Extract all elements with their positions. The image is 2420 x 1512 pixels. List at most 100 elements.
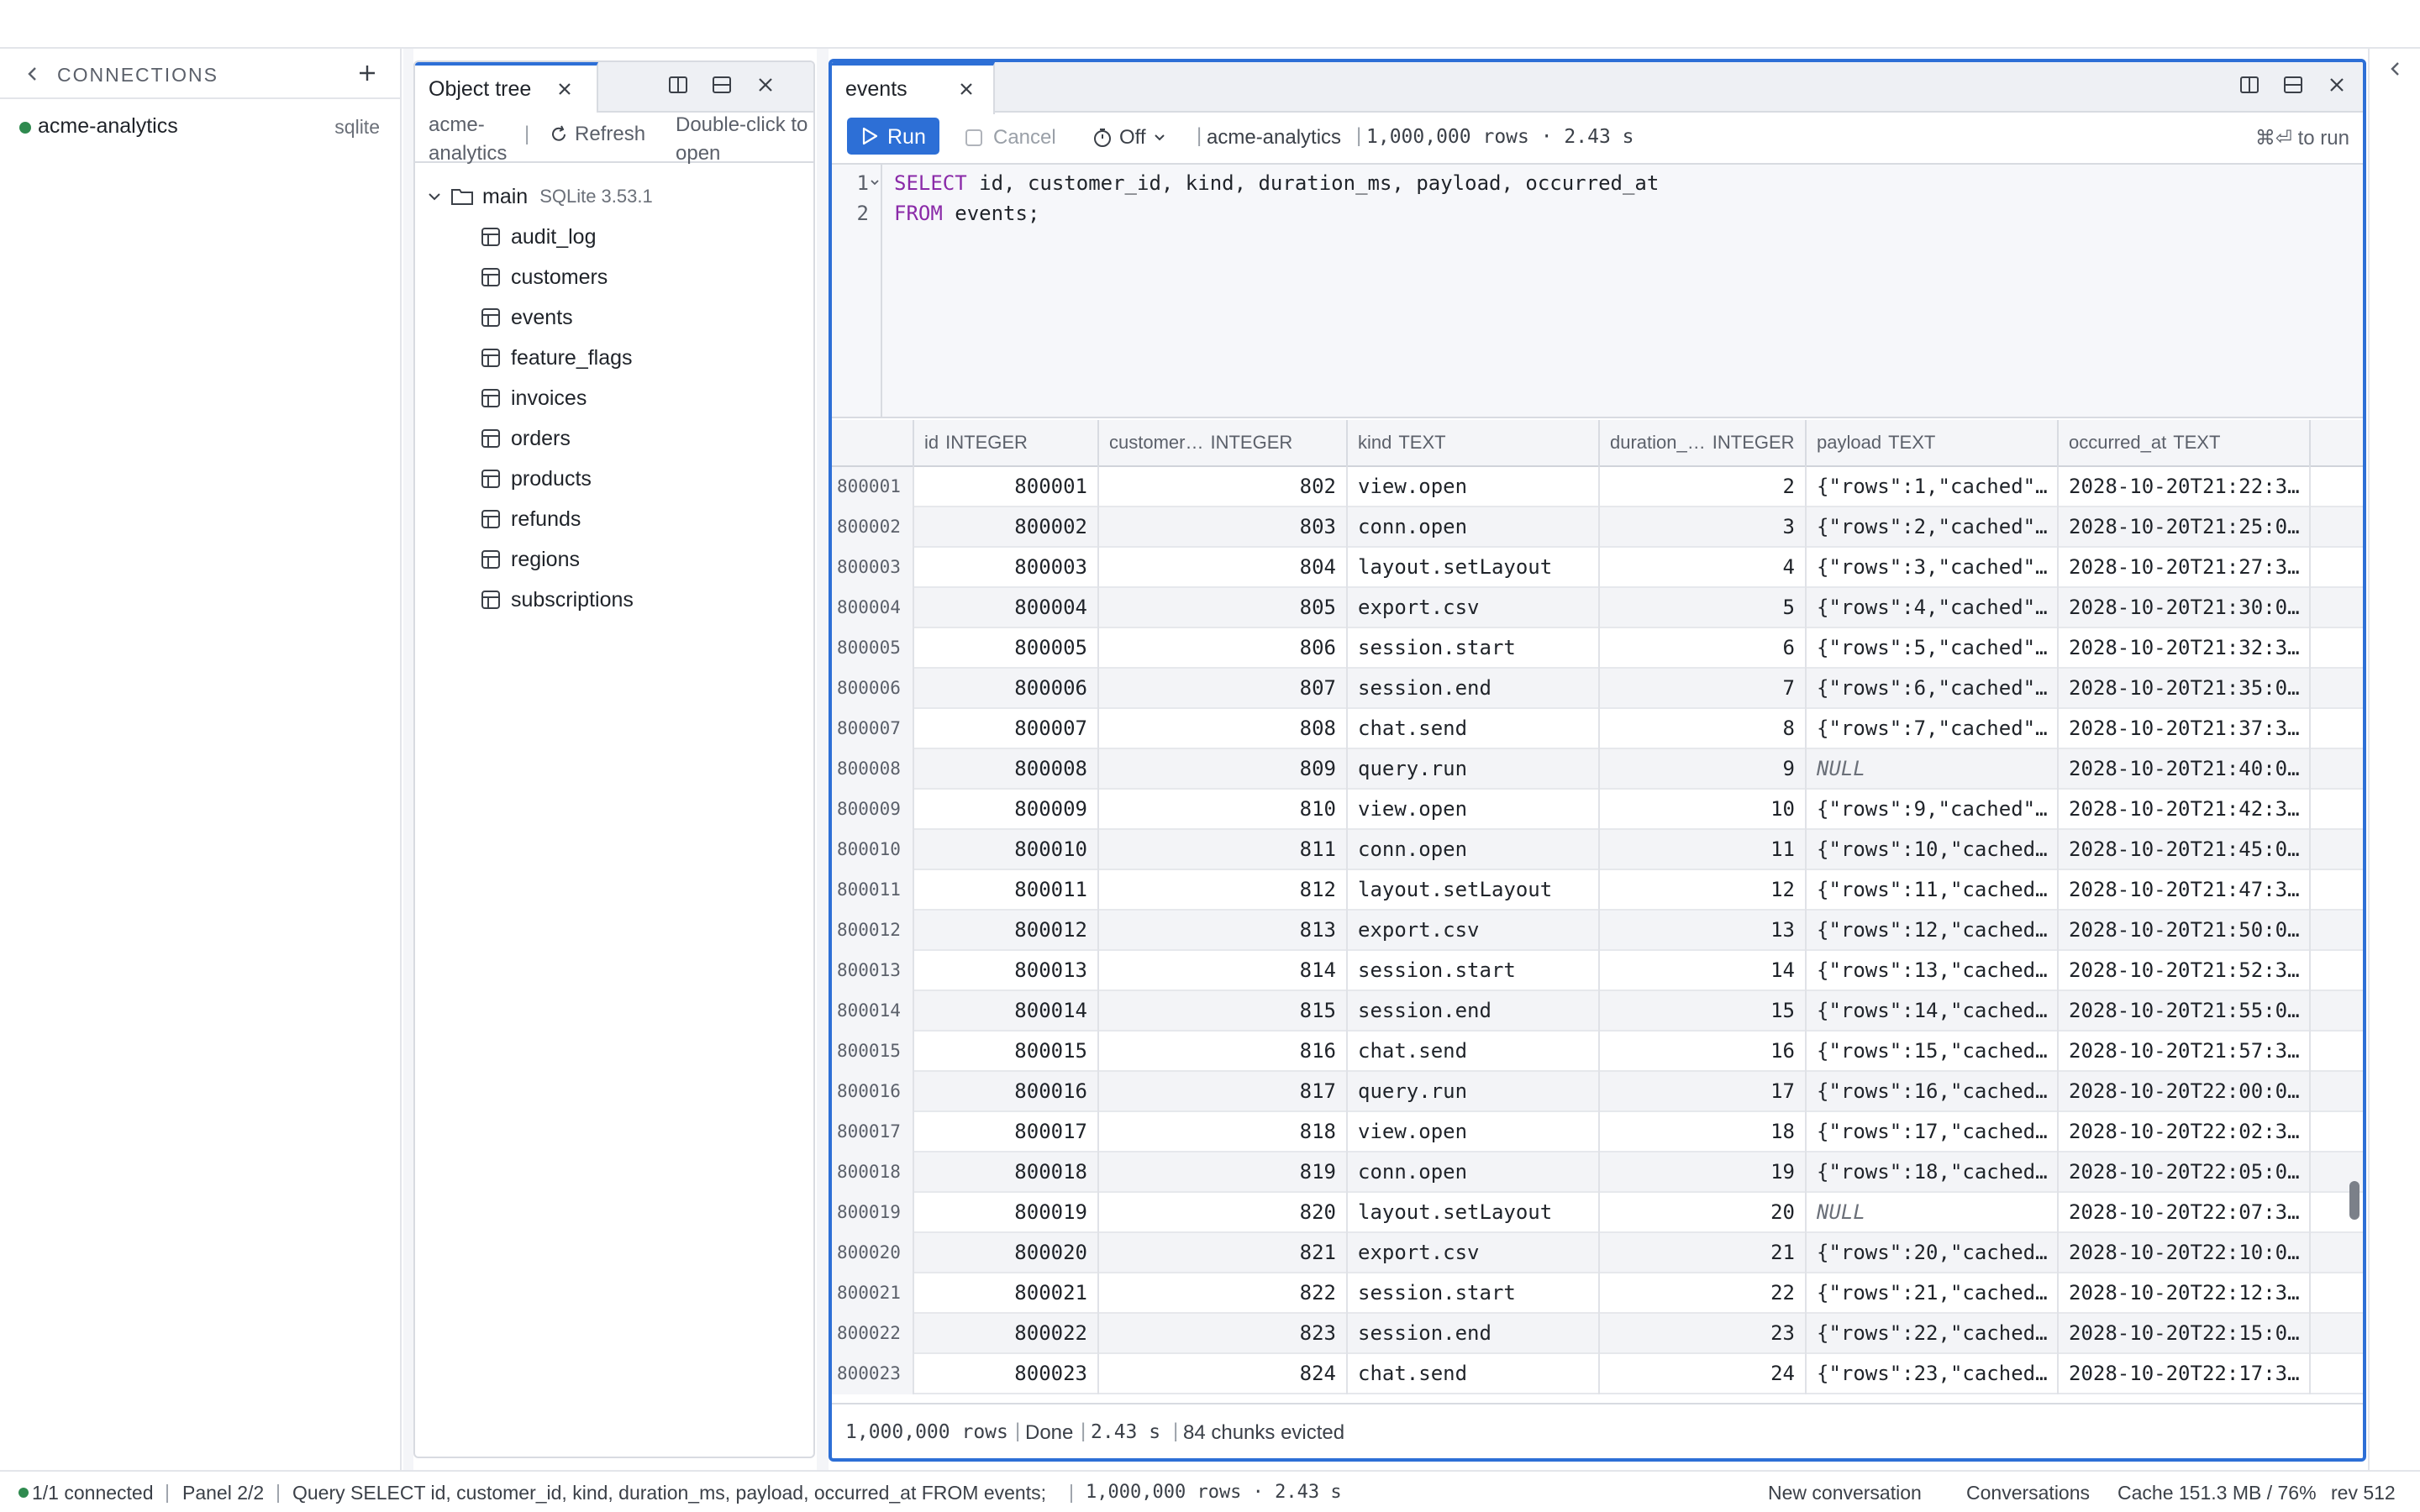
table-cell[interactable]: 800001 bbox=[914, 467, 1099, 507]
table-row[interactable]: 800002 800002 803 conn.open 3 {"rows":2,"cach… bbox=[832, 507, 2363, 548]
table-cell[interactable]: {"rows":23,"cached… bbox=[1807, 1354, 2059, 1394]
table-cell[interactable]: 22 bbox=[1600, 1273, 1807, 1314]
table-cell[interactable]: 817 bbox=[1099, 1072, 1348, 1112]
table-cell[interactable]: 800020 bbox=[914, 1233, 1099, 1273]
table-cell[interactable]: 800015 bbox=[914, 1032, 1099, 1072]
column-header[interactable]: payload TEXT bbox=[1807, 420, 2059, 467]
table-cell[interactable]: 2028-10-20T22:17:3… bbox=[2059, 1354, 2311, 1394]
table-cell[interactable]: {"rows":3,"cached"… bbox=[1807, 548, 2059, 588]
schema-node-main[interactable]: main SQLite 3.53.1 bbox=[427, 176, 653, 217]
table-cell[interactable]: 800010 bbox=[914, 830, 1099, 870]
table-cell[interactable]: {"rows":21,"cached… bbox=[1807, 1273, 2059, 1314]
table-cell[interactable]: 2028-10-20T22:15:0… bbox=[2059, 1314, 2311, 1354]
table-cell[interactable]: 813 bbox=[1099, 911, 1348, 951]
table-cell[interactable]: 20 bbox=[1600, 1193, 1807, 1233]
table-cell[interactable]: 2028-10-20T22:10:0… bbox=[2059, 1233, 2311, 1273]
table-cell[interactable]: 800002 bbox=[914, 507, 1099, 548]
table-cell[interactable]: NULL bbox=[1807, 1193, 2059, 1233]
table-cell[interactable]: 800021 bbox=[914, 1273, 1099, 1314]
table-cell[interactable]: 800023 bbox=[914, 1354, 1099, 1394]
table-cell[interactable]: layout.setLayout bbox=[1348, 548, 1600, 588]
table-row[interactable]: 800017 800017 818 view.open 18 {"rows":17,"ca… bbox=[832, 1112, 2363, 1152]
table-cell[interactable]: 800014 bbox=[914, 991, 1099, 1032]
table-row[interactable]: 800011 800011 812 layout.setLayout 12 {"rows"… bbox=[832, 870, 2363, 911]
table-row[interactable]: 800022 800022 823 session.end 23 {"rows":22,"… bbox=[832, 1314, 2363, 1354]
timer-dropdown[interactable]: Off bbox=[1092, 126, 1166, 150]
tree-table-item[interactable]: regions bbox=[481, 539, 580, 580]
table-cell[interactable]: {"rows":17,"cached… bbox=[1807, 1112, 2059, 1152]
table-cell[interactable]: 4 bbox=[1600, 548, 1807, 588]
close-tab-icon[interactable] bbox=[556, 81, 573, 97]
table-cell[interactable]: 8 bbox=[1600, 709, 1807, 749]
table-cell[interactable]: 2028-10-20T21:55:0… bbox=[2059, 991, 2311, 1032]
table-cell[interactable]: 18 bbox=[1600, 1112, 1807, 1152]
chevron-down-icon[interactable] bbox=[427, 189, 442, 204]
table-cell[interactable]: conn.open bbox=[1348, 830, 1600, 870]
table-cell[interactable]: 11 bbox=[1600, 830, 1807, 870]
table-cell[interactable]: conn.open bbox=[1348, 1152, 1600, 1193]
tree-table-item[interactable]: feature_flags bbox=[481, 338, 633, 378]
tree-table-item[interactable]: audit_log bbox=[481, 217, 596, 257]
table-cell[interactable]: 2028-10-20T21:50:0… bbox=[2059, 911, 2311, 951]
table-cell[interactable]: 800011 bbox=[914, 870, 1099, 911]
table-row[interactable]: 800015 800015 816 chat.send 16 {"rows":15,"ca… bbox=[832, 1032, 2363, 1072]
table-cell[interactable]: 2028-10-20T21:25:0… bbox=[2059, 507, 2311, 548]
table-cell[interactable]: 800007 bbox=[914, 709, 1099, 749]
table-cell[interactable]: {"rows":10,"cached… bbox=[1807, 830, 2059, 870]
sql-editor[interactable]: 1 2 SELECT id, customer_id, kind, durati… bbox=[832, 165, 2363, 418]
table-cell[interactable]: view.open bbox=[1348, 1112, 1600, 1152]
table-cell[interactable]: session.end bbox=[1348, 669, 1600, 709]
table-cell[interactable]: {"rows":22,"cached… bbox=[1807, 1314, 2059, 1354]
table-cell[interactable]: 2028-10-20T22:00:0… bbox=[2059, 1072, 2311, 1112]
table-cell[interactable]: 800008 bbox=[914, 749, 1099, 790]
column-header[interactable]: occurred_at TEXT bbox=[2059, 420, 2311, 467]
table-cell[interactable]: conn.open bbox=[1348, 507, 1600, 548]
table-cell[interactable]: session.end bbox=[1348, 991, 1600, 1032]
table-row[interactable]: 800005 800005 806 session.start 6 {"rows":5,"… bbox=[832, 628, 2363, 669]
table-cell[interactable]: 819 bbox=[1099, 1152, 1348, 1193]
table-row[interactable]: 800019 800019 820 layout.setLayout 20 NULL 202… bbox=[832, 1193, 2363, 1233]
table-row[interactable]: 800001 800001 802 view.open 2 {"rows":1,"cach… bbox=[832, 467, 2363, 507]
table-cell[interactable]: session.end bbox=[1348, 1314, 1600, 1354]
table-cell[interactable]: 2028-10-20T21:52:3… bbox=[2059, 951, 2311, 991]
table-cell[interactable]: 810 bbox=[1099, 790, 1348, 830]
table-cell[interactable]: 21 bbox=[1600, 1233, 1807, 1273]
table-cell[interactable]: chat.send bbox=[1348, 1354, 1600, 1394]
split-horizontal-icon[interactable] bbox=[2282, 74, 2304, 96]
column-header[interactable]: id INTEGER bbox=[914, 420, 1099, 467]
tree-table-item[interactable]: events bbox=[481, 297, 573, 338]
table-cell[interactable]: 12 bbox=[1600, 870, 1807, 911]
table-cell[interactable]: session.start bbox=[1348, 628, 1600, 669]
table-cell[interactable]: 804 bbox=[1099, 548, 1348, 588]
table-cell[interactable]: {"rows":4,"cached"… bbox=[1807, 588, 2059, 628]
table-row[interactable]: 800023 800023 824 chat.send 24 {"rows":23,"ca… bbox=[832, 1354, 2363, 1394]
column-header[interactable]: kind TEXT bbox=[1348, 420, 1600, 467]
table-cell[interactable]: 10 bbox=[1600, 790, 1807, 830]
table-row[interactable]: 800018 800018 819 conn.open 19 {"rows":18,"ca… bbox=[832, 1152, 2363, 1193]
table-cell[interactable]: 2028-10-20T22:02:3… bbox=[2059, 1112, 2311, 1152]
column-header[interactable]: duration_… INTEGER bbox=[1600, 420, 1807, 467]
conversations-button[interactable]: Conversations bbox=[1966, 1482, 2090, 1504]
table-cell[interactable]: 802 bbox=[1099, 467, 1348, 507]
table-cell[interactable]: query.run bbox=[1348, 749, 1600, 790]
tree-table-item[interactable]: products bbox=[481, 459, 592, 499]
table-cell[interactable]: 2028-10-20T21:37:3… bbox=[2059, 709, 2311, 749]
table-cell[interactable]: 3 bbox=[1600, 507, 1807, 548]
table-row[interactable]: 800020 800020 821 export.csv 21 {"rows":20,"c… bbox=[832, 1233, 2363, 1273]
table-cell[interactable]: {"rows":16,"cached… bbox=[1807, 1072, 2059, 1112]
table-cell[interactable]: 2028-10-20T21:57:3… bbox=[2059, 1032, 2311, 1072]
table-cell[interactable]: {"rows":18,"cached… bbox=[1807, 1152, 2059, 1193]
connection-item-acme-analytics[interactable]: acme-analytics sqlite bbox=[0, 108, 400, 143]
table-cell[interactable]: 820 bbox=[1099, 1193, 1348, 1233]
table-cell[interactable]: 800019 bbox=[914, 1193, 1099, 1233]
table-cell[interactable]: 23 bbox=[1600, 1314, 1807, 1354]
table-cell[interactable]: 9 bbox=[1600, 749, 1807, 790]
table-cell[interactable]: layout.setLayout bbox=[1348, 870, 1600, 911]
table-row[interactable]: 800008 800008 809 query.run 9 NULL 2028-10-20T… bbox=[832, 749, 2363, 790]
table-cell[interactable]: 800016 bbox=[914, 1072, 1099, 1112]
table-cell[interactable]: 806 bbox=[1099, 628, 1348, 669]
collapse-sidebar-chevron-icon[interactable] bbox=[25, 64, 40, 84]
split-vertical-icon[interactable] bbox=[667, 74, 689, 96]
tree-table-item[interactable]: orders bbox=[481, 418, 571, 459]
table-cell[interactable]: 6 bbox=[1600, 628, 1807, 669]
